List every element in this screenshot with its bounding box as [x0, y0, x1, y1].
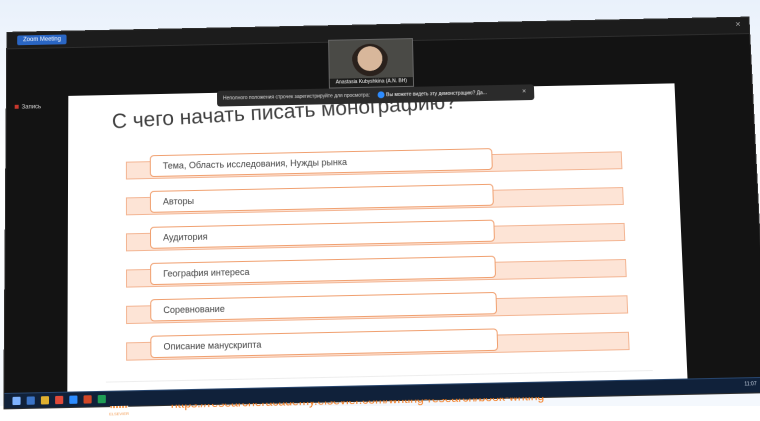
notification-question-text: Вы можете видеть эту демонстрацию? Да... — [386, 90, 488, 99]
list-item: Описание манускрипта — [126, 326, 630, 361]
participant-avatar — [350, 43, 390, 82]
monitor-screen: Zoom Meeting ✕ Запись Anastasia Kubyshki… — [4, 17, 760, 416]
powerpoint-icon[interactable] — [83, 395, 92, 404]
list-item: Соревнование — [126, 289, 629, 325]
folder-icon[interactable] — [40, 396, 50, 405]
notification-close-icon[interactable]: × — [522, 84, 527, 100]
record-dot-icon — [14, 105, 19, 110]
window-close-icon[interactable]: ✕ — [735, 21, 741, 31]
zoom-icon[interactable] — [69, 395, 78, 404]
list-item: Аудитория — [125, 217, 626, 252]
search-icon[interactable] — [26, 396, 35, 405]
notification-question[interactable]: Вы можете видеть эту демонстрацию? Да... — [377, 90, 488, 99]
recording-indicator: Запись — [14, 104, 42, 111]
start-icon[interactable] — [12, 396, 21, 406]
question-icon — [377, 91, 385, 99]
participant-name: Anastasia Kubyshkina (A.N. BH) — [329, 77, 414, 88]
clock: 11:07 — [744, 381, 757, 388]
browser-icon[interactable] — [55, 395, 64, 405]
participant-video-tile[interactable]: Anastasia Kubyshkina (A.N. BH) — [328, 38, 415, 89]
recording-label: Запись — [21, 104, 42, 111]
photo-background: Zoom Meeting ✕ Запись Anastasia Kubyshki… — [0, 0, 760, 416]
window-tab[interactable]: Zoom Meeting — [17, 34, 67, 46]
shared-slide: С чего начать писать монографию? Тема, О… — [67, 83, 688, 416]
notification-text: Неполного положения строчек зарегистриру… — [222, 92, 371, 102]
list-item: Авторы — [125, 181, 624, 216]
list-item: География интереса — [126, 253, 627, 288]
excel-icon[interactable] — [97, 394, 106, 404]
logo-text: ELSEVIER — [109, 410, 129, 417]
list-item: Тема, Область исследования, Нужды рынка — [125, 145, 623, 180]
